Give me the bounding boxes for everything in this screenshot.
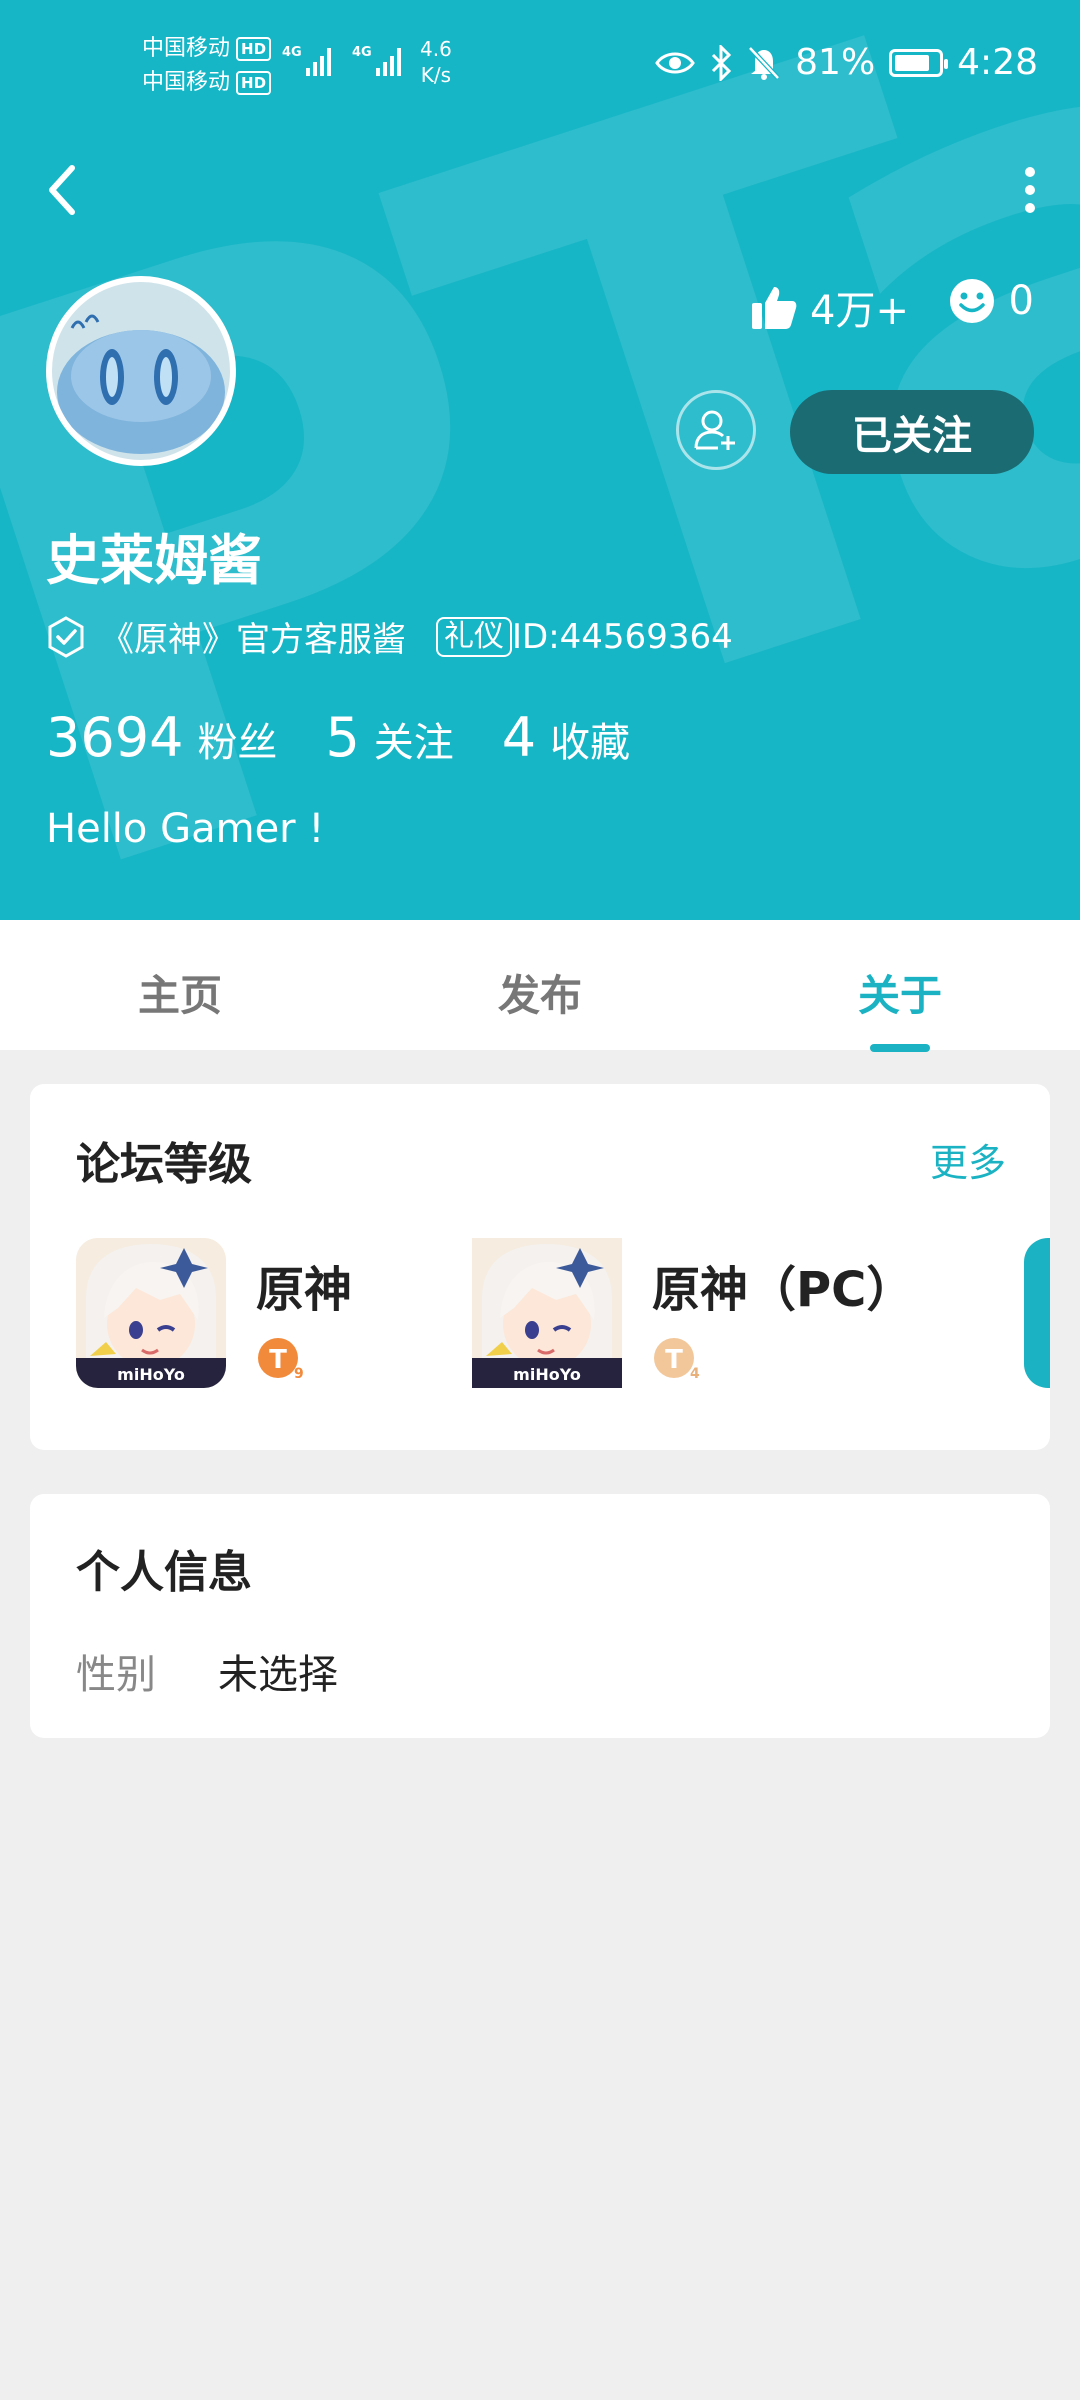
level-badge-icon: T9 bbox=[258, 1338, 304, 1382]
mute-bell-icon bbox=[748, 45, 780, 80]
user-id: ID:44569364 bbox=[512, 616, 733, 657]
forum-level-card: 论坛等级 更多 miHoYo 原神 T9 miHoYo 原神（PC） T 4 bbox=[30, 1084, 1050, 1450]
battery-percent: 81% bbox=[795, 42, 876, 83]
speed-value: 4.6 bbox=[420, 37, 452, 61]
svg-text:4G: 4G bbox=[352, 45, 372, 60]
thumbs-up-icon bbox=[752, 287, 797, 329]
etiquette-tag: 礼仪 bbox=[436, 616, 512, 657]
forum-level-more-link[interactable]: 更多 bbox=[930, 1132, 1006, 1187]
more-vertical-icon bbox=[1025, 167, 1035, 213]
battery-icon bbox=[889, 48, 949, 77]
add-friend-button[interactable] bbox=[676, 390, 756, 470]
game-item-genshin[interactable]: miHoYo 原神 T9 bbox=[76, 1238, 352, 1388]
level-badge-icon-2: T4 bbox=[654, 1338, 700, 1382]
signal-icon: 4G bbox=[282, 45, 331, 76]
profile-tabs: 主页 发布 关于 bbox=[0, 920, 1080, 1052]
verified-text: 《原神》官方客服酱 bbox=[100, 620, 406, 660]
username: 史莱姆酱 bbox=[46, 529, 262, 592]
signal-icon-2: 4G bbox=[352, 45, 401, 76]
eye-icon bbox=[655, 52, 695, 73]
svg-text:T: T bbox=[665, 1345, 683, 1375]
tab-about[interactable]: 关于 bbox=[858, 962, 942, 1023]
gender-label: 性别 bbox=[76, 1652, 156, 1698]
back-arrow-icon bbox=[49, 165, 75, 215]
smiles-count: 0 bbox=[1008, 278, 1034, 324]
personal-info-title: 个人信息 bbox=[76, 1547, 252, 1598]
following-count[interactable]: 5 bbox=[325, 706, 359, 769]
svg-text:miHoYo: miHoYo bbox=[513, 1365, 581, 1384]
add-user-icon bbox=[694, 410, 735, 450]
genshin-pc-game-icon: miHoYo bbox=[472, 1238, 622, 1388]
forum-level-title: 论坛等级 bbox=[76, 1139, 252, 1190]
genshin-game-name: 原神 bbox=[256, 1262, 353, 1318]
profile-counts: 3694 粉丝 5 关注 4 收藏 bbox=[46, 706, 678, 769]
carrier-2: 中国移动 bbox=[142, 70, 231, 95]
fans-count[interactable]: 3694 bbox=[46, 706, 183, 769]
next-game-peek[interactable] bbox=[1024, 1238, 1050, 1388]
game-item-genshin-pc[interactable]: miHoYo 原神（PC） T4 bbox=[472, 1238, 914, 1388]
svg-text:T: T bbox=[269, 1345, 287, 1375]
more-options-button[interactable] bbox=[1010, 160, 1050, 220]
likes-count: 4万+ bbox=[810, 288, 909, 334]
genshin-level-badge: T9 bbox=[256, 1334, 306, 1386]
genshin-pc-game-name: 原神（PC） bbox=[652, 1262, 915, 1318]
followed-button[interactable]: 已关注 bbox=[790, 390, 1034, 474]
profile-header: PTa 中国移动 HD 中国移动 HD 4G 4G 4.6 K/s 81% 4:… bbox=[0, 0, 1080, 920]
likes-stat[interactable]: 4万+ bbox=[750, 278, 909, 336]
genshin-pc-level-badge: T4 bbox=[652, 1334, 702, 1386]
gender-row: 性别 未选择 bbox=[76, 1642, 338, 1700]
clock: 4:28 bbox=[957, 42, 1038, 83]
speed-unit: K/s bbox=[420, 63, 452, 87]
svg-text:9: 9 bbox=[294, 1366, 304, 1382]
favorites-label[interactable]: 收藏 bbox=[550, 710, 630, 768]
svg-text:4: 4 bbox=[690, 1366, 700, 1382]
tab-home[interactable]: 主页 bbox=[138, 962, 222, 1023]
back-button[interactable] bbox=[44, 160, 84, 220]
gender-value: 未选择 bbox=[218, 1652, 338, 1698]
favorites-count[interactable]: 4 bbox=[502, 706, 536, 769]
tab-posts[interactable]: 发布 bbox=[498, 962, 582, 1023]
bluetooth-icon bbox=[712, 44, 732, 81]
avatar[interactable] bbox=[46, 276, 236, 466]
carrier-info: 中国移动 HD 中国移动 HD bbox=[142, 32, 272, 100]
network-speed: 4.6 K/s bbox=[420, 36, 452, 88]
signal-icons: 4G 4G bbox=[282, 40, 408, 80]
following-label[interactable]: 关注 bbox=[374, 710, 454, 768]
fans-label[interactable]: 粉丝 bbox=[197, 710, 277, 768]
battery-fill bbox=[895, 54, 930, 71]
active-tab-indicator bbox=[870, 1044, 930, 1052]
svg-text:miHoYo: miHoYo bbox=[117, 1365, 185, 1384]
bio: Hello Gamer ! bbox=[46, 806, 325, 852]
smiley-icon bbox=[949, 279, 994, 323]
carrier-1: 中国移动 bbox=[142, 36, 231, 61]
hd-badge-1: HD bbox=[236, 37, 272, 61]
smiles-stat[interactable]: 0 bbox=[949, 278, 1034, 324]
status-bar: 中国移动 HD 中国移动 HD 4G 4G 4.6 K/s 81% 4:28 bbox=[0, 0, 1080, 130]
personal-info-card: 个人信息 性别 未选择 bbox=[30, 1494, 1050, 1738]
verified-shield-icon bbox=[48, 615, 84, 658]
hd-badge-2: HD bbox=[236, 71, 272, 95]
genshin-game-icon: miHoYo bbox=[76, 1238, 226, 1388]
status-right: 81% 4:28 bbox=[655, 42, 1038, 83]
svg-text:4G: 4G bbox=[282, 45, 302, 60]
verification-line: 《原神》官方客服酱 礼仪 ID:44569364 bbox=[46, 612, 733, 661]
slime-avatar-image bbox=[52, 282, 230, 460]
